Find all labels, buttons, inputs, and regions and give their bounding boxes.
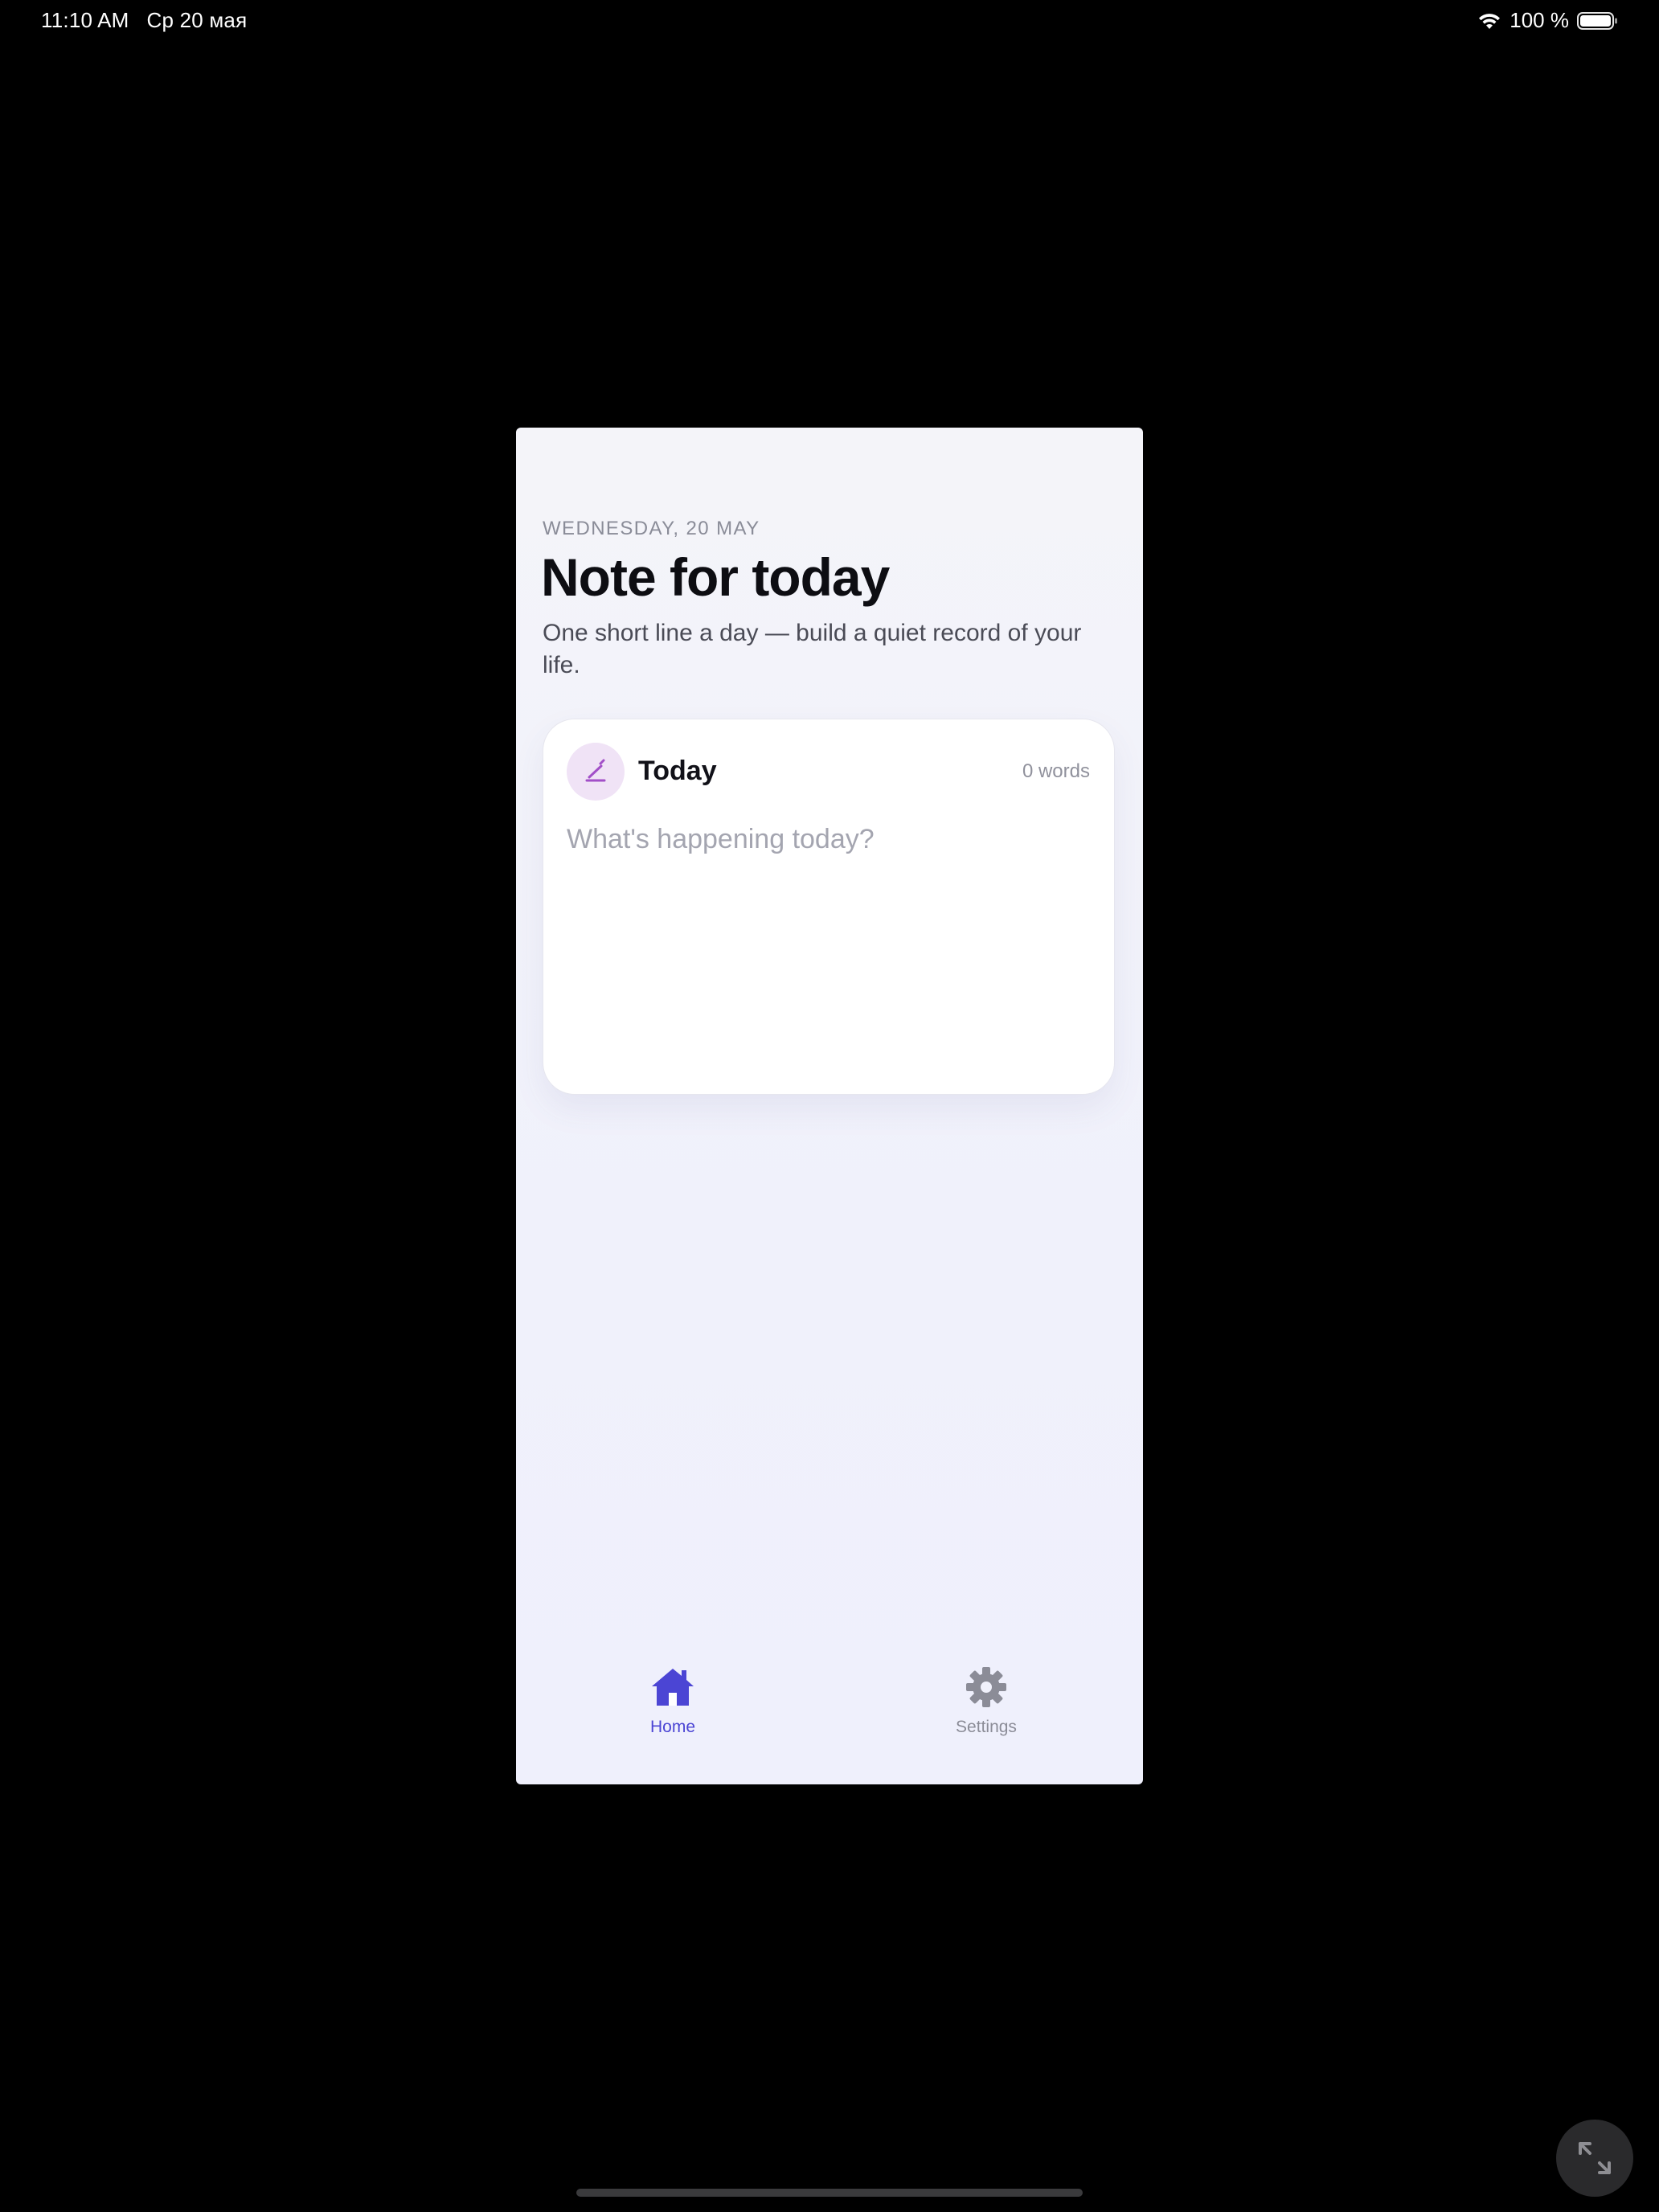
status-right: 100 %	[1477, 8, 1617, 33]
page-subtitle: One short line a day — build a quiet rec…	[543, 620, 1082, 678]
tab-bar: Home Settings	[516, 1640, 1143, 1784]
status-time: 11:10 AM	[41, 8, 129, 32]
note-input[interactable]	[567, 824, 1089, 1065]
home-indicator[interactable]	[576, 2189, 1083, 2197]
status-bar: 11:10 AM Ср 20 мая 100 %	[0, 0, 1659, 39]
app-window: WEDNESDAY, 20 MAY Note for today One sho…	[516, 428, 1143, 1784]
page-title: Note for today	[541, 547, 890, 607]
tab-settings[interactable]: Settings	[930, 1665, 1043, 1737]
word-count: 0 words	[1022, 760, 1090, 782]
note-card: Today 0 words	[543, 719, 1115, 1095]
battery-full-icon	[1577, 11, 1617, 31]
pencil-icon	[585, 759, 606, 782]
tab-home[interactable]: Home	[616, 1665, 729, 1737]
expand-button[interactable]	[1556, 2120, 1633, 2197]
screen: 11:10 AM Ср 20 мая 100 % WEDNESDAY, 20 M…	[0, 0, 1659, 2212]
tab-settings-label: Settings	[956, 1718, 1017, 1736]
home-icon	[652, 1669, 694, 1706]
battery-percent: 100 %	[1509, 8, 1569, 32]
wifi-icon	[1477, 11, 1501, 31]
status-left: 11:10 AM Ср 20 мая	[41, 8, 247, 33]
card-title: Today	[638, 756, 717, 786]
date-label: WEDNESDAY, 20 MAY	[543, 518, 760, 539]
card-avatar	[567, 743, 625, 801]
gear-icon	[966, 1667, 1006, 1707]
status-date: Ср 20 мая	[146, 8, 248, 32]
expand-arrows-icon	[1579, 2142, 1611, 2174]
tab-home-label: Home	[649, 1718, 696, 1736]
